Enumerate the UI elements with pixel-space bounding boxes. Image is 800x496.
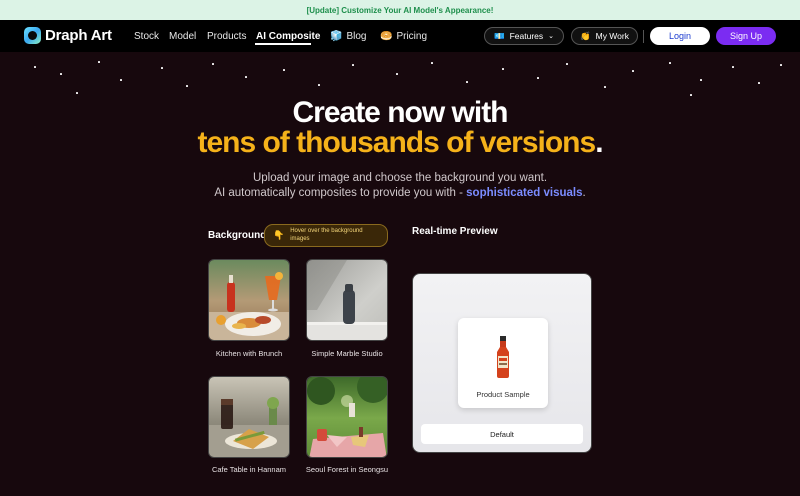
nav-blog-label: Blog <box>346 31 367 42</box>
hero-title-line1: Create now with <box>292 96 508 129</box>
logo[interactable]: Draph Art <box>24 27 112 44</box>
hero-subtitle-highlight: sophisticated visuals <box>466 187 583 199</box>
background-thumb-seoul-forest[interactable] <box>306 376 388 458</box>
my-work-button[interactable]: 👏 My Work <box>571 27 638 45</box>
features-dropdown[interactable]: 💶 Features ⌄ <box>484 27 564 45</box>
nav-divider <box>643 30 644 43</box>
background-caption-cafe-hannam: Cafe Table in Hannam <box>211 465 287 474</box>
my-work-label: My Work <box>595 31 629 41</box>
hero-title-dot: . <box>595 126 603 159</box>
background-thumb-marble-studio[interactable] <box>306 259 388 341</box>
background-section-title: Background <box>208 230 267 241</box>
hero-subtitle-line1: Upload your image and choose the backgro… <box>252 172 548 184</box>
nav-ai-composite[interactable]: AI Composite <box>256 31 320 42</box>
active-nav-underline <box>255 43 311 45</box>
pricing-icon: 🥯 <box>380 31 393 42</box>
chevron-down-icon: ⌄ <box>548 33 554 40</box>
hero-title-line2: tens of thousands of versions. <box>0 126 800 160</box>
nav-model[interactable]: Model <box>169 31 196 42</box>
features-label: Features <box>509 31 544 41</box>
signup-button[interactable]: Sign Up <box>716 27 776 45</box>
nav-pricing-label: Pricing <box>396 31 428 42</box>
background-thumb-kitchen-brunch[interactable] <box>208 259 290 341</box>
background-thumb-cafe-hannam[interactable] <box>208 376 290 458</box>
product-sample-caption: Product Sample <box>476 390 530 399</box>
product-sample-card: Product Sample <box>458 318 548 408</box>
marble-studio-image <box>307 260 387 340</box>
seoul-forest-image <box>307 377 387 457</box>
hero-subtitle-prefix: AI automatically composites to provide y… <box>214 187 463 199</box>
top-navbar: Draph Art Stock Model Products AI Compos… <box>0 20 800 52</box>
hero-subtitle-line2: AI automatically composites to provide y… <box>0 187 800 199</box>
preview-canvas: Product Sample Default <box>412 273 592 453</box>
update-banner-text[interactable]: [Update] Customize Your AI Model's Appea… <box>307 6 494 15</box>
background-caption-kitchen-brunch: Kitchen with Brunch <box>215 349 283 358</box>
my-work-icon: 👏 <box>580 30 591 41</box>
preview-section-title: Real-time Preview <box>412 226 498 237</box>
blog-icon: 🧊 <box>330 31 343 42</box>
hero-subtitle-suffix: . <box>582 187 586 199</box>
cafe-hannam-image <box>209 377 289 457</box>
hover-hint-badge: 👇 Hover over the background images <box>264 224 388 247</box>
nav-stock[interactable]: Stock <box>134 31 159 42</box>
sauce-bottle-icon <box>497 336 509 378</box>
nav-products[interactable]: Products <box>207 31 246 42</box>
nav-blog[interactable]: 🧊 Blog <box>330 31 366 42</box>
pointing-down-icon: 👇 <box>273 230 285 240</box>
hover-hint-text: Hover over the background images <box>290 228 363 242</box>
nav-pricing[interactable]: 🥯 Pricing <box>380 31 427 42</box>
hero-title-highlight: tens of thousands of versions <box>197 126 596 159</box>
logo-text: Draph Art <box>45 27 112 44</box>
default-background-button[interactable]: Default <box>421 424 583 444</box>
features-icon: 💶 <box>493 30 505 41</box>
kitchen-brunch-image <box>209 260 289 340</box>
update-banner[interactable]: [Update] Customize Your AI Model's Appea… <box>0 0 800 20</box>
background-caption-marble-studio: Simple Marble Studio <box>311 349 383 358</box>
background-caption-seoul-forest: Seoul Forest in Seongsu <box>305 465 389 474</box>
login-button[interactable]: Login <box>650 27 710 45</box>
logo-icon <box>24 27 41 44</box>
